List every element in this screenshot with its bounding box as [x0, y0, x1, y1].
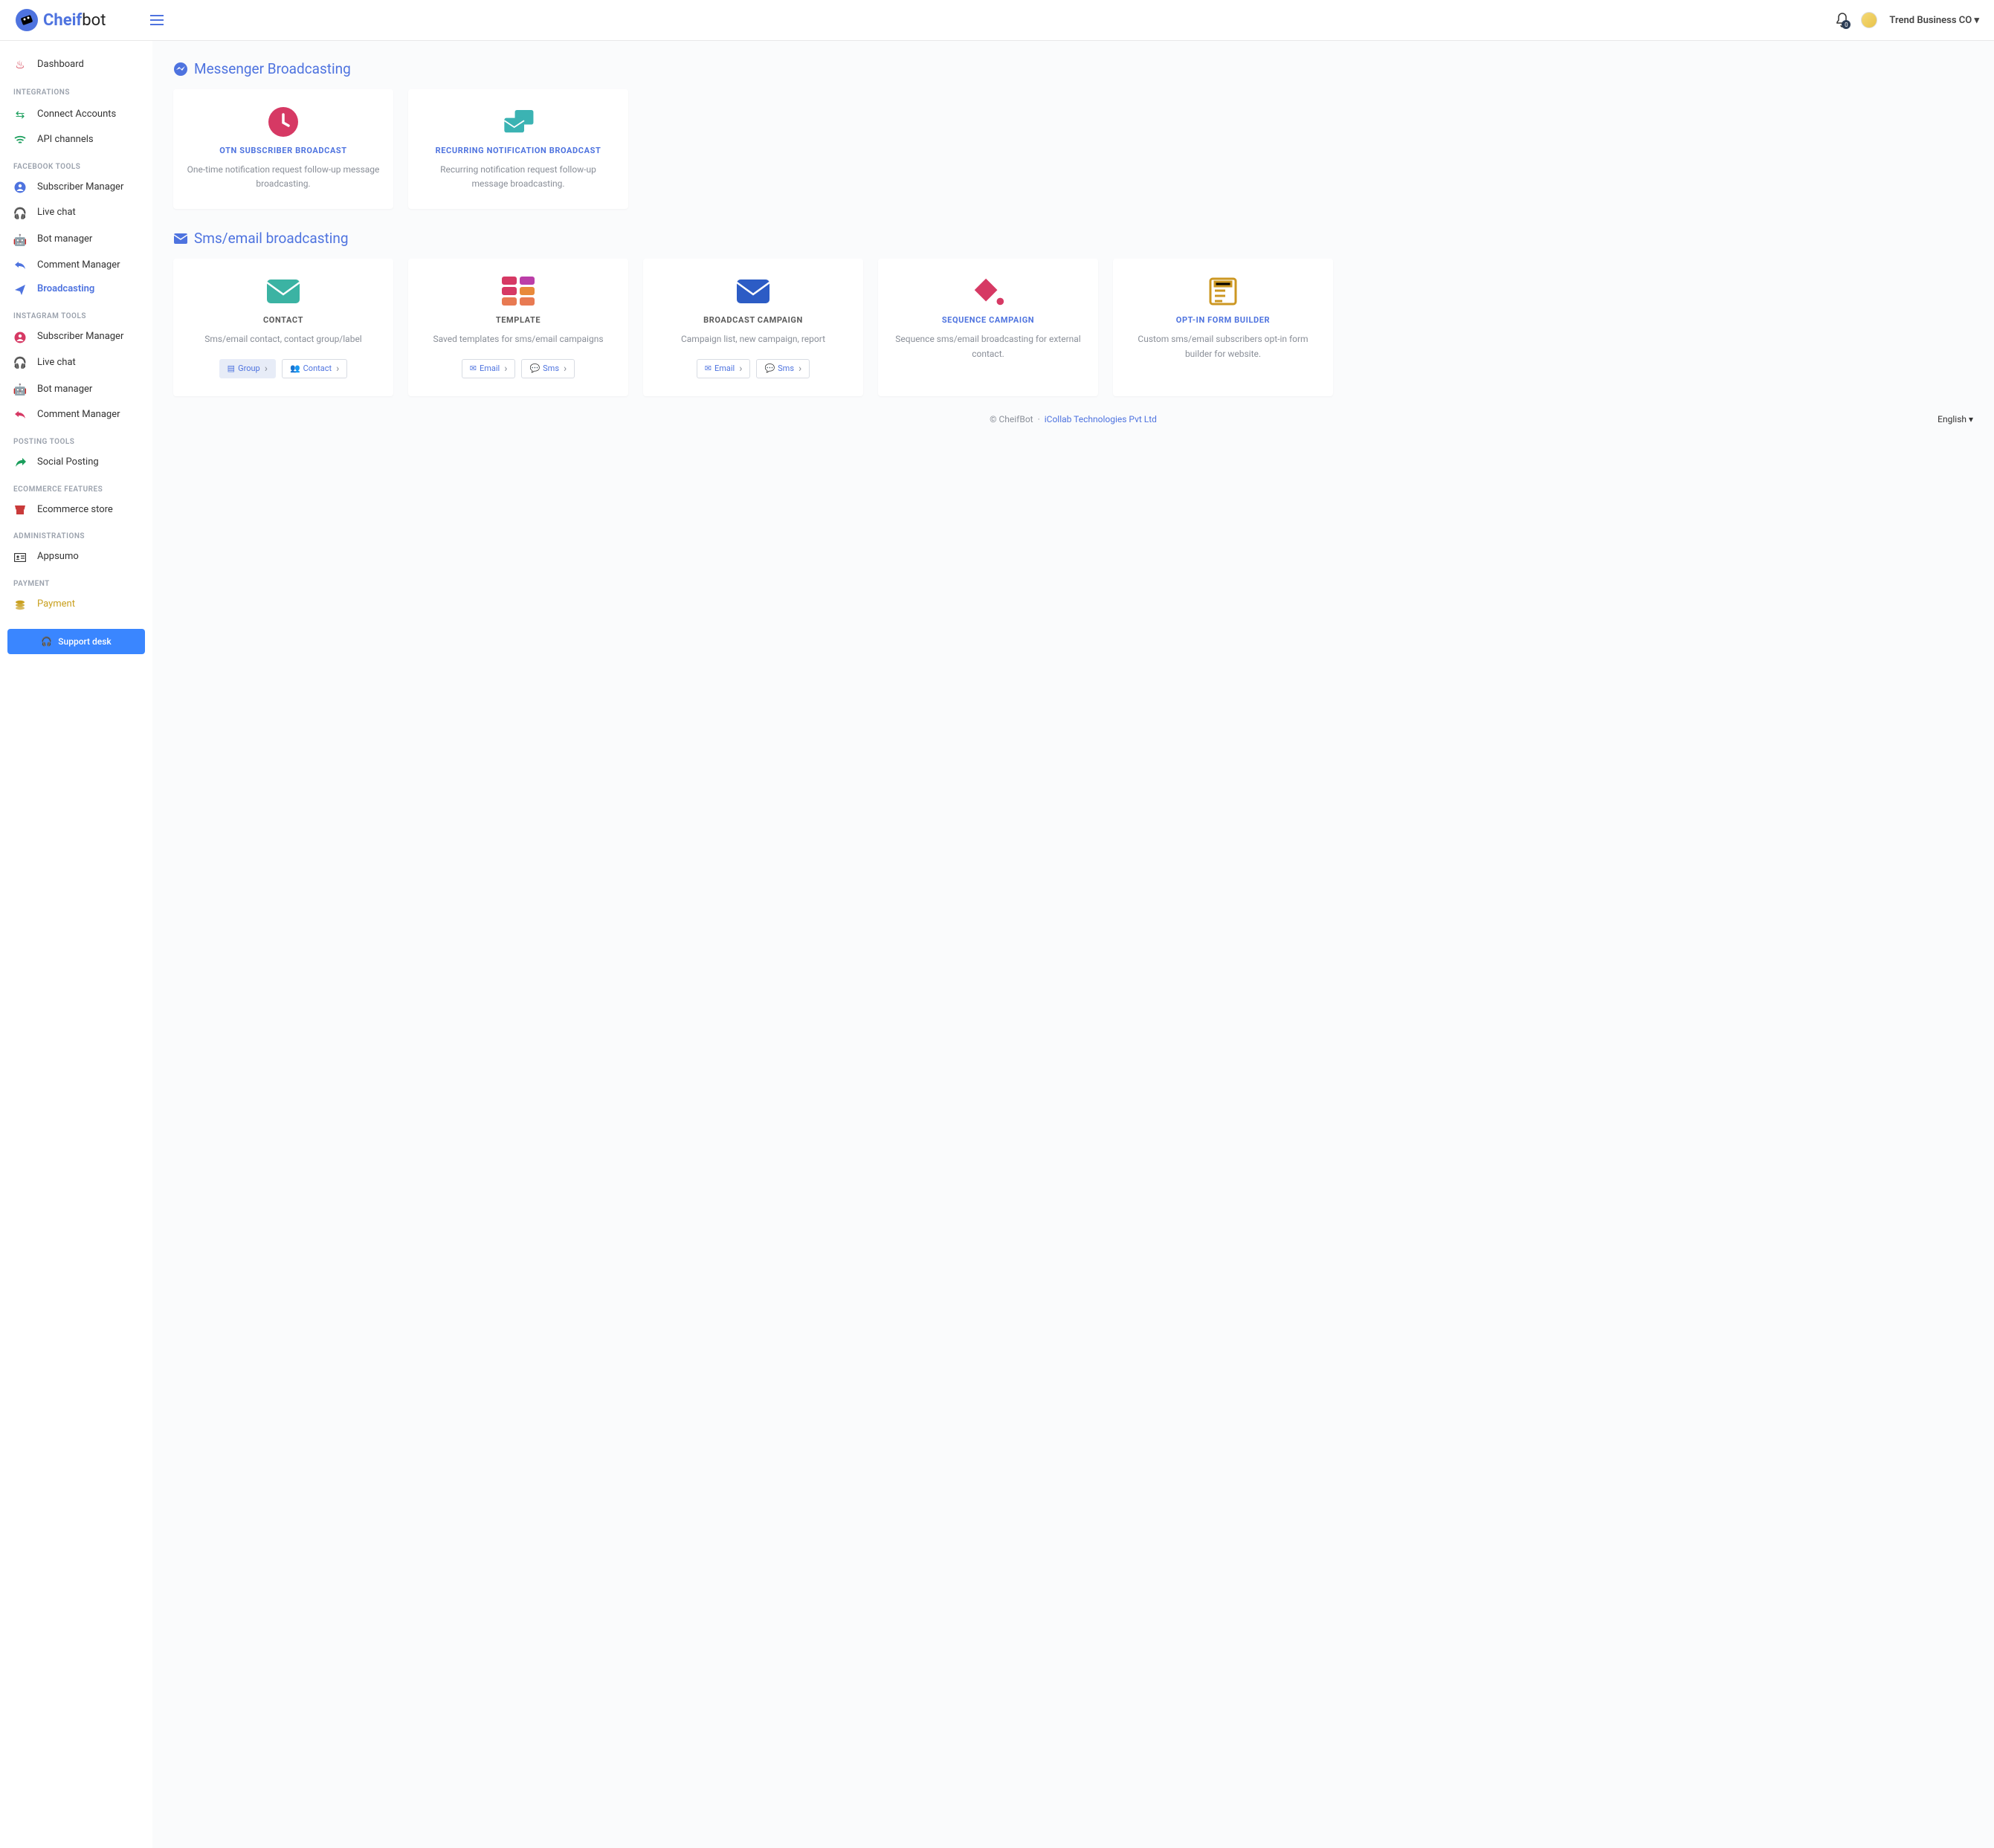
logo-text: Cheifbot: [43, 11, 106, 30]
headset-icon: 🎧: [13, 354, 27, 372]
logo[interactable]: Cheifbot: [15, 8, 106, 32]
sidebar-item-fb-broadcast[interactable]: Broadcasting: [0, 277, 152, 302]
card-broadcast-campaign: BROADCAST CAMPAIGN Campaign list, new ca…: [643, 259, 863, 395]
contact-button[interactable]: 👥 Contact: [282, 359, 347, 378]
wifi-icon: [13, 135, 27, 144]
card-desc: Campaign list, new campaign, report: [681, 332, 825, 346]
sidebar-item-connect[interactable]: ⇆Connect Accounts: [0, 101, 152, 128]
card-desc: One-time notification request follow-up …: [187, 163, 380, 191]
topbar: Cheifbot 0 Trend Business CO ▾: [0, 0, 1994, 41]
sidebar-item-appsumo[interactable]: Appsumo: [0, 545, 152, 569]
sidebar-heading-ecom: ECOMMERCE FEATURES: [0, 475, 152, 498]
grid-icon: [500, 277, 536, 306]
flame-icon: ♨: [13, 56, 27, 74]
sidebar-heading-posting: POSTING TOOLS: [0, 427, 152, 450]
support-desk-button[interactable]: 🎧Support desk: [7, 629, 145, 654]
sidebar-item-ig-livechat[interactable]: 🎧Live chat: [0, 349, 152, 376]
main-content: Messenger Broadcasting OTN SUBSCRIBER BR…: [152, 41, 1994, 1848]
notif-badge: 0: [1842, 20, 1851, 29]
card-desc: Sms/email contact, contact group/label: [204, 332, 361, 346]
id-card-icon: [13, 553, 27, 562]
sidebar-heading-admin: ADMINISTRATIONS: [0, 522, 152, 545]
sidebar-item-social[interactable]: Social Posting: [0, 450, 152, 475]
card-title: TEMPLATE: [496, 315, 541, 325]
card-contact: CONTACT Sms/email contact, contact group…: [173, 259, 393, 395]
sms-button[interactable]: 💬 Sms: [521, 359, 575, 378]
card-title: OTN SUBSCRIBER BROADCAST: [219, 146, 346, 155]
reply-icon: [13, 410, 27, 419]
sidebar-item-ig-subscriber[interactable]: Subscriber Manager: [0, 325, 152, 349]
footer-copyright: © CheifBot: [990, 414, 1033, 424]
envelope-icon: [173, 233, 188, 245]
coins-icon: [13, 600, 27, 610]
language-selector[interactable]: English ▾: [1937, 414, 1973, 424]
robot-icon: 🤖: [13, 231, 27, 249]
email-button[interactable]: ✉ Email: [697, 359, 751, 378]
card-title: BROADCAST CAMPAIGN: [703, 315, 803, 325]
link-icon: ⇆: [13, 106, 27, 123]
headset-icon: 🎧: [41, 636, 52, 647]
sidebar-item-ig-bot[interactable]: 🤖Bot manager: [0, 376, 152, 403]
menu-toggle-icon[interactable]: [150, 15, 164, 25]
card-sequence-campaign[interactable]: SEQUENCE CAMPAIGN Sequence sms/email bro…: [878, 259, 1098, 395]
user-icon: [13, 332, 27, 343]
user-icon: [13, 181, 27, 193]
card-desc: Recurring notification request follow-up…: [422, 163, 615, 191]
headset-icon: 🎧: [13, 204, 27, 222]
mail-stack-icon: [500, 107, 536, 137]
reply-icon: [13, 261, 27, 270]
robot-icon: 🤖: [13, 381, 27, 398]
card-title: RECURRING NOTIFICATION BROADCAST: [436, 146, 601, 155]
card-desc: Sequence sms/email broadcasting for exte…: [891, 332, 1085, 361]
avatar[interactable]: [1861, 12, 1877, 28]
sidebar-item-payment[interactable]: Payment: [0, 592, 152, 617]
sidebar-item-fb-bot[interactable]: 🤖Bot manager: [0, 227, 152, 253]
send-icon: [13, 284, 27, 296]
sidebar-heading-ig: INSTAGRAM TOOLS: [0, 302, 152, 325]
envelope-icon: [265, 277, 301, 306]
sidebar-item-api[interactable]: API channels: [0, 128, 152, 152]
sidebar-item-fb-subscriber[interactable]: Subscriber Manager: [0, 175, 152, 200]
card-optin-form[interactable]: OPT-IN FORM BUILDER Custom sms/email sub…: [1113, 259, 1333, 395]
envelope-icon: [735, 277, 771, 306]
card-desc: Saved templates for sms/email campaigns: [433, 332, 603, 346]
sidebar-item-ig-comment[interactable]: Comment Manager: [0, 403, 152, 427]
sidebar-item-ecommerce[interactable]: Ecommerce store: [0, 498, 152, 523]
clock-icon: [265, 107, 301, 137]
paint-bucket-icon: [970, 277, 1006, 306]
card-title: OPT-IN FORM BUILDER: [1176, 315, 1270, 325]
sidebar-item-dashboard[interactable]: ♨Dashboard: [0, 51, 152, 78]
card-desc: Custom sms/email subscribers opt-in form…: [1126, 332, 1320, 361]
card-otn-broadcast[interactable]: OTN SUBSCRIBER BROADCAST One-time notifi…: [173, 89, 393, 209]
card-template: TEMPLATE Saved templates for sms/email c…: [408, 259, 628, 395]
sidebar-heading-integrations: INTEGRATIONS: [0, 78, 152, 101]
sidebar-item-fb-comment[interactable]: Comment Manager: [0, 253, 152, 278]
user-menu[interactable]: Trend Business CO ▾: [1889, 15, 1979, 26]
footer-company-link[interactable]: iCollab Technologies Pvt Ltd: [1045, 414, 1157, 424]
sidebar-item-fb-livechat[interactable]: 🎧Live chat: [0, 200, 152, 227]
sidebar-heading-fb: FACEBOOK TOOLS: [0, 152, 152, 175]
card-recurring-broadcast[interactable]: RECURRING NOTIFICATION BROADCAST Recurri…: [408, 89, 628, 209]
group-button[interactable]: ▤ Group: [219, 359, 276, 378]
section-title-messenger: Messenger Broadcasting: [173, 60, 1973, 77]
sidebar: ♨Dashboard INTEGRATIONS ⇆Connect Account…: [0, 41, 152, 1848]
messenger-icon: [173, 62, 188, 77]
notifications-icon[interactable]: 0: [1836, 13, 1849, 28]
card-title: CONTACT: [263, 315, 303, 325]
store-icon: [13, 505, 27, 515]
card-title: SEQUENCE CAMPAIGN: [942, 315, 1034, 325]
sidebar-heading-payment: PAYMENT: [0, 569, 152, 592]
logo-icon: [15, 8, 39, 32]
share-icon: [13, 457, 27, 468]
sms-button[interactable]: 💬 Sms: [756, 359, 810, 378]
section-title-sms: Sms/email broadcasting: [173, 230, 1973, 247]
footer: © CheifBot · iCollab Technologies Pvt Lt…: [173, 396, 1973, 442]
email-button[interactable]: ✉ Email: [462, 359, 516, 378]
form-icon: [1205, 277, 1241, 306]
